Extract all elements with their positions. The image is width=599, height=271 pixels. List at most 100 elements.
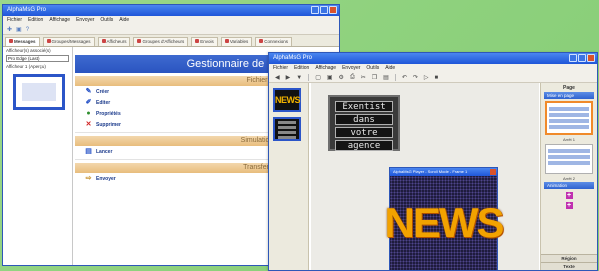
preview-label: Afficheur 1 (Aperçu) xyxy=(6,64,46,69)
message-thumbnail[interactable] xyxy=(13,74,65,110)
menu-view[interactable]: Affichage xyxy=(49,16,70,25)
connections-icon xyxy=(259,39,264,43)
layout-caption-1: Arrêt 1 xyxy=(562,137,575,142)
paste-icon[interactable]: ▤ xyxy=(383,74,389,81)
region-footer[interactable]: Région xyxy=(541,254,597,262)
editor-canvas[interactable]: Exentist dans votre agence AlphaMsG Play… xyxy=(311,83,539,270)
save-icon[interactable]: ▣ xyxy=(327,74,333,81)
add-icon[interactable]: + xyxy=(565,202,573,209)
tab-sends[interactable]: Envois xyxy=(191,37,218,46)
page-thumbnails: NEWS xyxy=(269,83,309,270)
layout-bar[interactable]: Mise en page xyxy=(544,92,594,99)
panel-header-page: Page xyxy=(563,85,575,91)
action-label: Envoyer xyxy=(96,175,116,182)
tab-display-groups[interactable]: Groupes d'Afficheurs xyxy=(133,37,189,46)
window-title-bar: AlphaMsG Pro xyxy=(269,53,597,64)
settings-icon[interactable]: ⚙ xyxy=(339,74,344,81)
news-led-text: NEWS xyxy=(384,199,505,246)
tab-messages[interactable]: Messages xyxy=(5,37,40,46)
tab-message-groups[interactable]: Groupes/Messages xyxy=(42,37,95,46)
menu-file[interactable]: Fichier xyxy=(7,16,22,25)
create-icon: ✎ xyxy=(85,88,92,95)
thumb-line xyxy=(278,121,296,124)
undo-icon[interactable]: ↶ xyxy=(402,74,407,81)
menu-view[interactable]: Affichage xyxy=(315,64,336,73)
layout-line xyxy=(549,113,589,117)
layout-caption-2: Arrêt 2 xyxy=(562,176,575,181)
maximize-icon[interactable] xyxy=(320,6,328,14)
redo-icon[interactable]: ↷ xyxy=(413,74,418,81)
properties-panel: Page Mise en page Arrêt 1 Arrêt 2 Animat… xyxy=(540,83,597,270)
message-editor-window: AlphaMsG Pro Fichier Edition Affichage E… xyxy=(268,52,598,271)
editor-toolbar: ◀ ▶ ▼ ▢ ▣ ⚙ ⎙ ✂ ❐ ▤ ↶ ↷ ▷ ■ xyxy=(269,73,597,83)
layout-line xyxy=(548,149,590,153)
tab-label: Connexions xyxy=(264,39,289,44)
new-icon[interactable]: ✚ xyxy=(7,26,12,33)
tab-displays[interactable]: Afficheurs xyxy=(97,37,131,46)
menu-help[interactable]: Aide xyxy=(385,64,395,73)
maximize-icon[interactable] xyxy=(578,54,586,62)
display-select[interactable]: Pro Edge (Last) xyxy=(6,55,69,62)
tab-label: Afficheurs xyxy=(106,39,127,44)
toolbar-separator xyxy=(394,74,396,81)
new-icon[interactable]: ▢ xyxy=(315,74,321,81)
help-icon[interactable]: ? xyxy=(26,27,29,33)
window-title-bar: AlphaMsG Pro xyxy=(3,5,339,16)
animation-bar[interactable]: Animation xyxy=(544,182,594,189)
toolbar: ✚ ▣ ? xyxy=(3,25,339,35)
play-preview-icon[interactable]: ▷ xyxy=(424,74,429,81)
preview-title: AlphaMsG Player - Scroll Mode - Frame 1 xyxy=(393,169,468,174)
menu-edit[interactable]: Edition xyxy=(28,16,43,25)
led-preview-window: AlphaMsG Player - Scroll Mode - Frame 1 … xyxy=(385,167,505,270)
save-icon[interactable]: ▣ xyxy=(16,26,22,33)
window-title: AlphaMsG Pro xyxy=(7,7,47,13)
action-label: Supprimer xyxy=(96,121,122,128)
action-label: Lancer xyxy=(96,148,113,155)
menu-tools[interactable]: Outils xyxy=(100,16,113,25)
play-icon[interactable]: ▼ xyxy=(296,75,302,81)
menu-send[interactable]: Envoyer xyxy=(342,64,360,73)
led-line-2: dans xyxy=(335,114,393,125)
thumbnail-text-page[interactable] xyxy=(273,117,301,141)
menu-file[interactable]: Fichier xyxy=(273,64,288,73)
led-line-4: agence xyxy=(335,140,393,151)
copy-icon[interactable]: ❐ xyxy=(372,74,377,81)
menu-bar: Fichier Edition Affichage Envoyer Outils… xyxy=(269,64,597,73)
left-panel: Afficheur(s) associé(s) Pro Edge (Last) … xyxy=(3,47,73,265)
thumbnail-news[interactable]: NEWS xyxy=(273,88,301,112)
stop-icon[interactable]: ■ xyxy=(435,75,439,81)
layout-line xyxy=(548,161,590,165)
tab-variables[interactable]: Variables xyxy=(220,37,253,46)
cut-icon[interactable]: ✂ xyxy=(361,74,366,81)
led-text-panel[interactable]: Exentist dans votre agence xyxy=(328,95,400,151)
tab-strip: Messages Groupes/Messages Afficheurs Gro… xyxy=(3,35,339,47)
action-label: Créer xyxy=(96,88,110,95)
back-icon[interactable]: ◀ xyxy=(275,74,280,81)
layout-option[interactable] xyxy=(545,144,593,174)
tab-connections[interactable]: Connexions xyxy=(255,37,293,46)
led-line-3: votre xyxy=(335,127,393,138)
led-preview: NEWS xyxy=(385,176,505,270)
minimize-icon[interactable] xyxy=(569,54,577,62)
close-icon[interactable] xyxy=(329,6,337,14)
send-icon: ⇨ xyxy=(85,175,92,182)
menu-help[interactable]: Aide xyxy=(119,16,129,25)
variables-icon xyxy=(224,39,229,43)
text-footer[interactable]: Texte xyxy=(541,262,597,270)
messages-icon xyxy=(9,39,13,43)
forward-icon[interactable]: ▶ xyxy=(286,74,291,81)
associated-display-label: Afficheur(s) associé(s) xyxy=(6,48,51,53)
add-icon[interactable]: + xyxy=(565,192,573,199)
menu-send[interactable]: Envoyer xyxy=(76,16,94,25)
window-title: AlphaMsG Pro xyxy=(273,55,313,61)
tab-label: Variables xyxy=(229,39,249,44)
layout-option-selected[interactable] xyxy=(545,101,593,135)
close-icon[interactable] xyxy=(490,169,496,175)
print-icon[interactable]: ⎙ xyxy=(350,74,355,81)
menu-edit[interactable]: Edition xyxy=(294,64,309,73)
thumb-line xyxy=(278,131,296,134)
action-label: Editer xyxy=(96,99,111,106)
menu-tools[interactable]: Outils xyxy=(366,64,379,73)
minimize-icon[interactable] xyxy=(311,6,319,14)
close-icon[interactable] xyxy=(587,54,595,62)
